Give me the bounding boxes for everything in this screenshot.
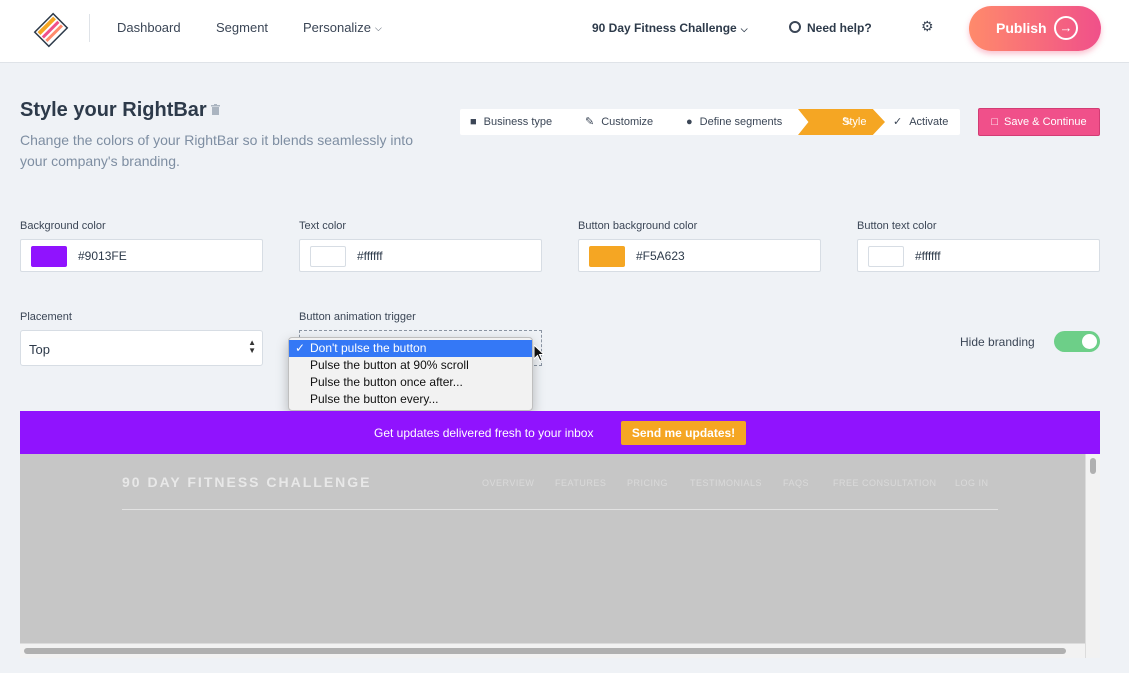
nav-segment[interactable]: Segment bbox=[216, 20, 268, 35]
step-define-segments[interactable]: ● Define segments bbox=[686, 109, 782, 135]
horizontal-scrollbar[interactable] bbox=[20, 643, 1085, 658]
text-color-field[interactable]: #ffffff bbox=[299, 239, 542, 272]
save-continue-label: Save & Continue bbox=[1004, 116, 1087, 128]
publish-label: Publish bbox=[996, 20, 1047, 36]
scrollbar-thumb[interactable] bbox=[24, 648, 1066, 654]
step-customize[interactable]: ✎ Customize bbox=[585, 109, 653, 135]
option-label: Pulse the button at 90% scroll bbox=[310, 358, 469, 372]
option-label: Pulse the button once after... bbox=[310, 375, 463, 389]
color-swatch[interactable] bbox=[31, 246, 67, 267]
users-icon: ● bbox=[686, 116, 693, 128]
button-background-color-label: Button background color bbox=[578, 220, 698, 232]
background-color-label: Background color bbox=[20, 220, 106, 232]
step-style[interactable]: ✎ Style bbox=[798, 109, 885, 135]
nav-dashboard-label: Dashboard bbox=[117, 20, 181, 35]
pencil-icon: ✎ bbox=[585, 116, 595, 128]
dropdown-option[interactable]: ✓ Don't pulse the button bbox=[289, 340, 532, 357]
button-background-color-field[interactable]: #F5A623 bbox=[578, 239, 821, 272]
dropdown-option[interactable]: Pulse the button at 90% scroll bbox=[289, 357, 532, 374]
checkmark-icon: ✓ bbox=[295, 341, 306, 355]
chevron-down-icon: ⌵ bbox=[740, 24, 748, 34]
save-continue-button[interactable]: □ Save & Continue bbox=[978, 108, 1100, 136]
check-icon: ✓ bbox=[893, 116, 903, 128]
arrow-right-icon: → bbox=[1054, 16, 1078, 40]
website-preview: 90 DAY FITNESS CHALLENGE OVERVIEW FEATUR… bbox=[20, 454, 1100, 658]
page-title: Style your RightBar bbox=[20, 99, 207, 121]
step-label: Activate bbox=[909, 116, 949, 128]
vertical-scrollbar[interactable] bbox=[1085, 454, 1100, 658]
option-label: Pulse the button every... bbox=[310, 392, 439, 406]
hide-branding-label: Hide branding bbox=[960, 335, 1035, 349]
animation-trigger-dropdown: ✓ Don't pulse the button Pulse the button… bbox=[288, 337, 533, 411]
background-color-field[interactable]: #9013FE bbox=[20, 239, 263, 272]
color-value: #F5A623 bbox=[636, 249, 685, 263]
lifebuoy-icon bbox=[789, 21, 801, 33]
nav-segment-label: Segment bbox=[216, 20, 269, 35]
save-icon: □ bbox=[991, 116, 999, 128]
chevron-down-icon: ⌵ bbox=[374, 23, 382, 33]
project-name: 90 Day Fitness Challenge bbox=[592, 21, 737, 35]
preview-nav-item: FEATURES bbox=[555, 478, 607, 488]
briefcase-icon: ■ bbox=[470, 116, 477, 128]
project-selector[interactable]: 90 Day Fitness Challenge ⌵ bbox=[592, 21, 748, 35]
mouse-cursor-icon bbox=[534, 345, 544, 362]
step-activate[interactable]: ✓ Activate bbox=[893, 109, 948, 135]
preview-nav-item: PRICING bbox=[627, 478, 669, 488]
logo-icon[interactable] bbox=[32, 12, 70, 48]
nav-dashboard[interactable]: Dashboard bbox=[117, 20, 181, 35]
scrollbar-thumb[interactable] bbox=[1090, 458, 1096, 474]
preview-nav-item: LOG IN bbox=[955, 478, 989, 488]
hide-branding-toggle[interactable] bbox=[1054, 331, 1100, 352]
step-label: Style bbox=[842, 116, 867, 128]
help-link[interactable]: Need help? bbox=[789, 21, 872, 35]
preview-nav-item: OVERVIEW bbox=[482, 478, 535, 488]
preview-divider bbox=[122, 509, 998, 510]
animation-trigger-label: Button animation trigger bbox=[299, 311, 416, 323]
color-value: #ffffff bbox=[915, 249, 941, 263]
placement-label: Placement bbox=[20, 311, 72, 323]
progress-stepper: ■ Business type ✎ Customize ● Define segmen… bbox=[460, 109, 960, 135]
rightbar-message: Get updates delivered fresh to your inbo… bbox=[374, 426, 594, 440]
preview-nav-item: FAQS bbox=[783, 478, 810, 488]
nav-divider bbox=[89, 14, 90, 42]
color-swatch[interactable] bbox=[589, 246, 625, 267]
button-text-color-label: Button text color bbox=[857, 220, 937, 232]
step-business-type[interactable]: ■ Business type bbox=[470, 109, 552, 135]
preview-site-title: 90 DAY FITNESS CHALLENGE bbox=[122, 474, 372, 490]
step-label: Define segments bbox=[699, 116, 783, 128]
color-value: #9013FE bbox=[78, 249, 127, 263]
placement-select[interactable]: Top ▲ ▼ bbox=[20, 330, 263, 366]
dropdown-option[interactable]: Pulse the button every... bbox=[289, 391, 532, 408]
button-text-color-field[interactable]: #ffffff bbox=[857, 239, 1100, 272]
color-value: #ffffff bbox=[357, 249, 383, 263]
preview-nav-item: FREE CONSULTATION bbox=[833, 478, 937, 488]
placement-value: Top bbox=[29, 342, 50, 357]
help-label: Need help? bbox=[807, 21, 872, 35]
publish-button[interactable]: Publish → bbox=[969, 6, 1101, 51]
color-swatch[interactable] bbox=[868, 246, 904, 267]
toggle-knob bbox=[1082, 334, 1097, 349]
gear-icon[interactable]: ⚙ bbox=[921, 19, 935, 33]
top-navigation: Dashboard Segment Personalize ⌵ 90 Day Fi… bbox=[0, 0, 1129, 63]
trash-icon[interactable] bbox=[211, 104, 220, 115]
color-swatch[interactable] bbox=[310, 246, 346, 267]
rightbar-preview: Get updates delivered fresh to your inbo… bbox=[20, 411, 1100, 454]
dropdown-option[interactable]: Pulse the button once after... bbox=[289, 374, 532, 391]
preview-nav-item: TESTIMONIALS bbox=[690, 478, 763, 488]
nav-personalize-label: Personalize bbox=[303, 20, 371, 35]
rightbar-cta-button[interactable]: Send me updates! bbox=[621, 421, 746, 445]
step-label: Customize bbox=[601, 116, 654, 128]
option-label: Don't pulse the button bbox=[310, 341, 427, 355]
step-label: Business type bbox=[483, 116, 553, 128]
nav-personalize[interactable]: Personalize ⌵ bbox=[303, 20, 382, 35]
select-arrows-icon: ▲ ▼ bbox=[248, 338, 256, 355]
text-color-label: Text color bbox=[299, 220, 347, 232]
page-subtitle: Change the colors of your RightBar so it… bbox=[20, 132, 413, 169]
